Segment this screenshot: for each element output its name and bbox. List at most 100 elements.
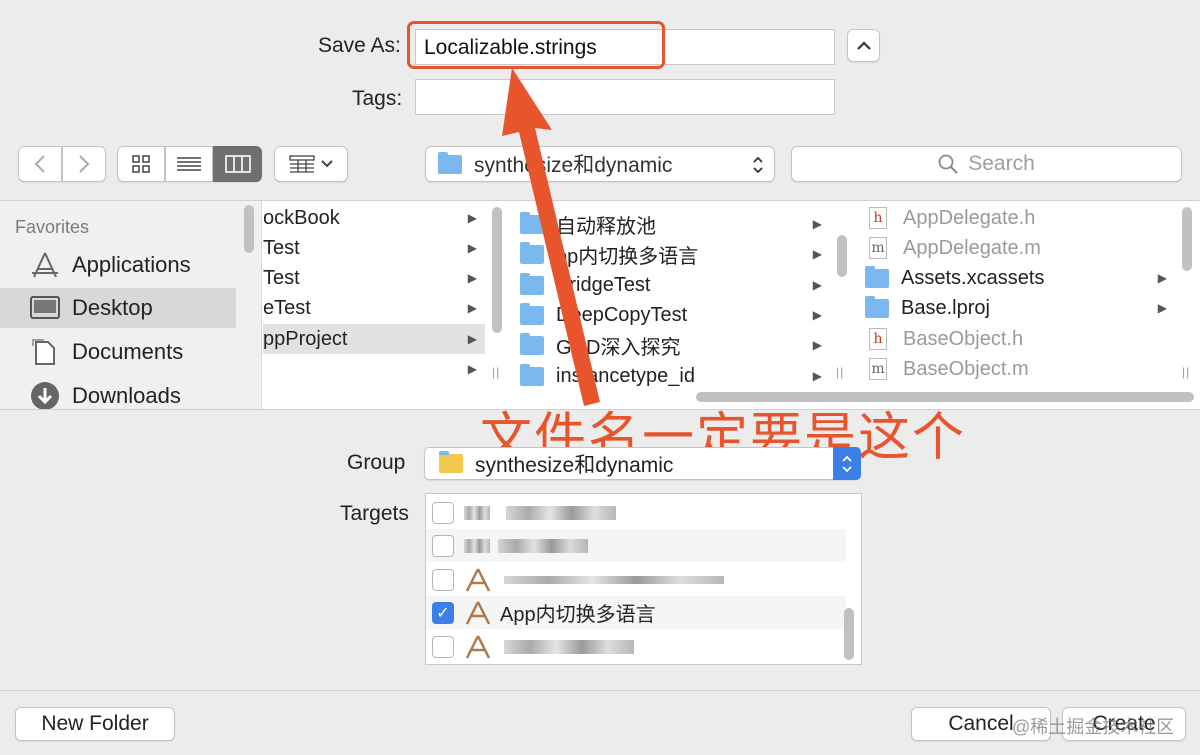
target-label: App内切换多语言 — [500, 604, 656, 626]
targets-label: Targets — [340, 502, 409, 525]
save-as-label: Save As: — [318, 34, 401, 57]
sidebar-scrollbar[interactable] — [244, 205, 254, 253]
new-folder-button[interactable]: New Folder — [15, 707, 175, 741]
bottom-divider — [0, 690, 1200, 691]
view-columns-button[interactable] — [213, 146, 262, 182]
sidebar-item-downloads[interactable]: Downloads — [0, 376, 236, 409]
target-row[interactable] — [426, 630, 846, 663]
disclosure-arrow-icon: ▶ — [812, 278, 822, 292]
chevron-down-icon — [321, 160, 333, 168]
target-checkbox[interactable] — [432, 635, 454, 658]
collapse-button[interactable] — [847, 29, 880, 62]
target-checkbox[interactable] — [432, 501, 454, 524]
target-checkbox[interactable] — [432, 568, 454, 591]
list-item[interactable]: Assets.xcassets ▶ — [855, 263, 1175, 293]
target-row[interactable] — [426, 496, 846, 529]
view-icons-button[interactable] — [117, 146, 165, 182]
column-2-scrollbar[interactable] — [837, 235, 847, 277]
search-icon — [938, 154, 958, 174]
disclosure-arrow-icon: ▶ — [467, 362, 477, 376]
group-label: Group — [347, 451, 406, 474]
list-item[interactable]: Test ▶ — [263, 233, 485, 263]
list-item[interactable]: eTest ▶ — [263, 293, 485, 323]
view-list-button[interactable] — [165, 146, 213, 182]
column-3-scrollbar[interactable] — [1182, 207, 1192, 271]
source-file-icon: m — [869, 358, 887, 380]
target-row[interactable]: ✓ App内切换多语言 — [426, 596, 846, 629]
target-row[interactable] — [426, 563, 846, 596]
downloads-icon — [30, 382, 60, 409]
sidebar: Favorites Applications Desktop Documents… — [0, 201, 262, 409]
documents-icon — [30, 338, 60, 366]
disclosure-arrow-icon: ▶ — [1157, 301, 1167, 315]
list-icon — [177, 157, 201, 171]
list-item[interactable]: h BaseObject.h — [855, 324, 1175, 354]
cancel-label: Cancel — [948, 712, 1014, 735]
targets-list: ✓ App内切换多语言 — [425, 493, 862, 665]
group-popup[interactable]: synthesize和dynamic — [424, 447, 861, 480]
sidebar-item-label: Documents — [72, 339, 184, 364]
targets-scrollbar[interactable] — [844, 608, 854, 660]
annotation-arrow — [502, 68, 600, 406]
list-item-selected[interactable]: ppProject ▶ — [263, 324, 485, 354]
new-folder-label: New Folder — [41, 712, 149, 735]
disclosure-arrow-icon: ▶ — [812, 308, 822, 322]
disclosure-arrow-icon: ▶ — [812, 217, 822, 231]
sidebar-item-label: Applications — [72, 252, 191, 277]
column-1: ockBook ▶ Test ▶ Test ▶ eTest ▶ ppProject ▶ ▶ — [263, 201, 485, 387]
disclosure-arrow-icon: ▶ — [467, 271, 477, 285]
target-checkbox-checked[interactable]: ✓ — [432, 601, 454, 624]
disclosure-arrow-icon: ▶ — [812, 369, 822, 383]
grid-icon — [132, 155, 150, 173]
app-target-icon — [465, 600, 491, 625]
disclosure-arrow-icon: ▶ — [812, 247, 822, 261]
updown-icon — [753, 156, 763, 174]
arrange-grid-icon — [289, 155, 315, 173]
applications-icon — [30, 251, 60, 279]
chevron-left-icon — [34, 155, 45, 173]
list-item[interactable]: m BaseObject.m — [855, 354, 1175, 384]
list-item[interactable]: m AppDelegate.m — [855, 233, 1175, 263]
tags-label: Tags: — [352, 87, 403, 110]
columns-icon — [224, 155, 251, 173]
sidebar-item-applications[interactable]: Applications — [0, 245, 236, 285]
updown-icon — [833, 447, 861, 480]
source-file-icon: m — [869, 237, 887, 259]
chevron-right-icon — [79, 155, 90, 173]
column-resize-handle[interactable]: || — [1182, 365, 1190, 379]
blurred-label — [498, 538, 588, 553]
watermark: @稀土掘金技术社区 — [1012, 717, 1175, 737]
target-row[interactable] — [426, 529, 846, 562]
target-checkbox[interactable] — [432, 534, 454, 557]
header-file-icon: h — [869, 328, 887, 350]
chevron-up-icon — [856, 40, 871, 50]
group-popup-label: synthesize和dynamic — [475, 453, 674, 477]
blurred-label — [504, 575, 724, 584]
list-item[interactable]: Test ▶ — [263, 263, 485, 293]
arrange-button[interactable] — [274, 146, 348, 182]
back-button[interactable] — [18, 146, 62, 182]
disclosure-arrow-icon: ▶ — [1157, 271, 1167, 285]
disclosure-arrow-icon: ▶ — [467, 241, 477, 255]
list-item[interactable]: Base.lproj ▶ — [855, 293, 1175, 323]
sidebar-item-label: Downloads — [72, 383, 181, 408]
folder-icon — [865, 295, 889, 318]
list-item[interactable]: h AppDelegate.h — [855, 203, 1175, 233]
blurred-app-icon — [464, 505, 490, 520]
disclosure-arrow-icon: ▶ — [467, 301, 477, 315]
desktop-icon — [30, 294, 60, 322]
tags-input[interactable] — [415, 79, 835, 115]
sidebar-item-documents[interactable]: Documents — [0, 332, 236, 372]
search-placeholder: Search — [968, 152, 1035, 175]
list-item[interactable]: ▶ — [263, 354, 485, 384]
column-3: h AppDelegate.h m AppDelegate.m Assets.xca… — [855, 201, 1175, 387]
sidebar-item-desktop[interactable]: Desktop — [0, 288, 236, 328]
forward-button[interactable] — [62, 146, 106, 182]
blurred-label — [506, 505, 616, 520]
search-field[interactable]: Search — [791, 146, 1182, 182]
sidebar-item-label: Desktop — [72, 295, 153, 320]
disclosure-arrow-icon: ▶ — [812, 338, 822, 352]
column-resize-handle[interactable]: || — [836, 365, 844, 379]
blurred-app-icon — [464, 538, 490, 553]
list-item[interactable]: ockBook ▶ — [263, 203, 485, 233]
